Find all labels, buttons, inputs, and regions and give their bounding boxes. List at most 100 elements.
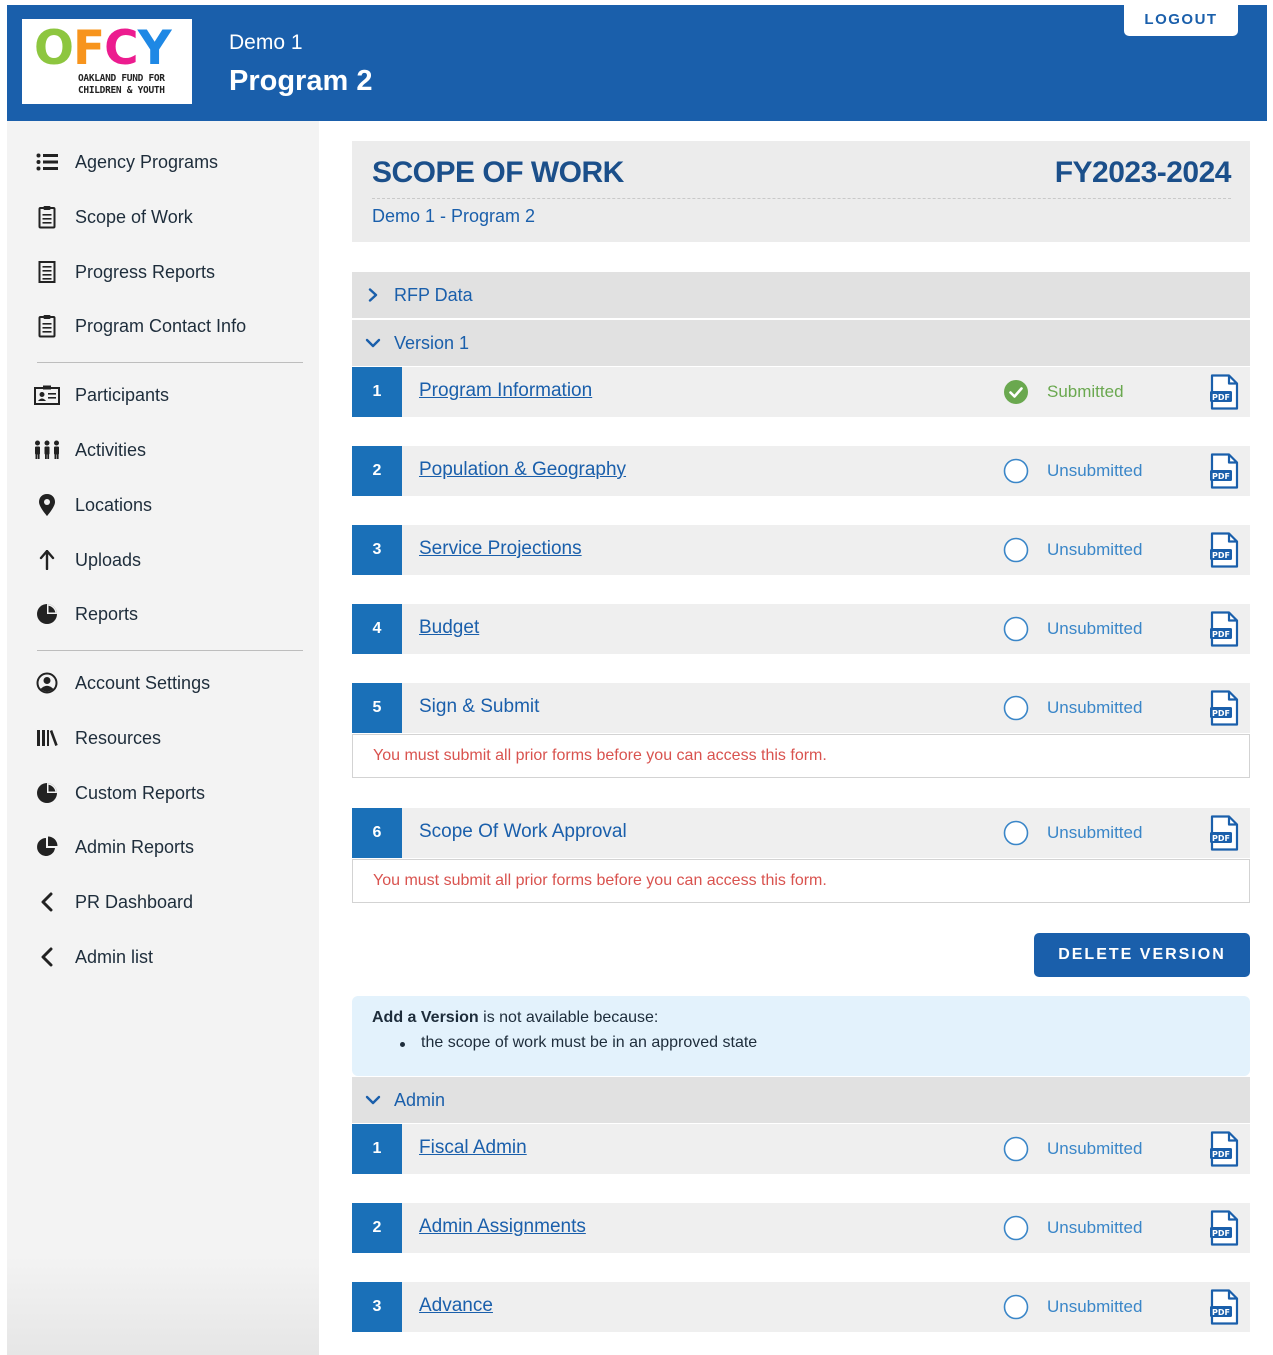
sidebar-divider	[37, 650, 303, 651]
form-row-admin-assignments: 2 Admin Assignments Unsubmitted PDF	[352, 1203, 1250, 1253]
logo-subtitle-line1: OAKLAND FUND FOR	[78, 73, 165, 84]
ofcy-logo[interactable]: OFCY OAKLAND FUND FOR CHILDREN & YOUTH	[22, 19, 192, 104]
pdf-icon[interactable]: PDF	[1209, 532, 1239, 568]
accordion-label: Admin	[394, 1089, 446, 1110]
org-name: Demo 1	[229, 31, 303, 54]
pie-chart-icon	[32, 781, 62, 805]
pdf-label: PDF	[1212, 551, 1230, 560]
bullet	[400, 1042, 405, 1047]
arrow-up-icon	[32, 548, 62, 572]
sidebar-item-uploads[interactable]: Uploads	[32, 545, 141, 575]
sidebar-item-label: Admin Reports	[75, 836, 195, 857]
pdf-label: PDF	[1212, 472, 1230, 481]
pdf-label: PDF	[1212, 1229, 1230, 1238]
sidebar-item-label: Resources	[75, 727, 162, 748]
form-label-disabled: Sign & Submit	[419, 696, 540, 717]
logo-subtitle: OAKLAND FUND FOR CHILDREN & YOUTH	[78, 73, 188, 97]
pdf-label: PDF	[1212, 709, 1230, 718]
sidebar-item-label: Activities	[75, 439, 147, 460]
sidebar-item-admin-reports[interactable]: Admin Reports	[32, 832, 194, 862]
form-warning: You must submit all prior forms before y…	[352, 734, 1250, 778]
empty-circle-icon	[1003, 458, 1029, 484]
form-row-fiscal-admin: 1 Fiscal Admin Unsubmitted PDF	[352, 1124, 1250, 1174]
pdf-icon[interactable]: PDF	[1209, 1210, 1239, 1246]
pdf-icon[interactable]: PDF	[1209, 1289, 1239, 1325]
step-number: 2	[352, 446, 402, 496]
form-link[interactable]: Budget	[419, 617, 479, 639]
chevron-left-icon	[32, 890, 62, 914]
chevron-right-icon	[352, 288, 394, 302]
warning-text: You must submit all prior forms before y…	[373, 872, 827, 889]
sidebar-item-account-settings[interactable]: Account Settings	[32, 668, 210, 698]
sidebar-item-resources[interactable]: Resources	[32, 723, 161, 753]
sidebar-item-label: Uploads	[75, 549, 142, 570]
sidebar-item-pr-dashboard[interactable]: PR Dashboard	[32, 887, 193, 917]
pdf-icon[interactable]: PDF	[1209, 1131, 1239, 1167]
accordion-version-1[interactable]: Version 1	[352, 320, 1250, 366]
form-link[interactable]: Population & Geography	[419, 459, 626, 481]
map-pin-icon	[32, 493, 62, 517]
pie-chart-icon	[32, 835, 62, 859]
accordion-admin[interactable]: Admin	[352, 1077, 1250, 1123]
chevron-left-icon	[32, 945, 62, 969]
pdf-icon[interactable]: PDF	[1209, 690, 1239, 726]
form-label-disabled: Scope Of Work Approval	[419, 821, 627, 842]
sidebar-item-locations[interactable]: Locations	[32, 490, 152, 520]
chevron-down-icon	[352, 337, 394, 349]
id-card-icon	[32, 383, 62, 407]
form-link[interactable]: Program Information	[419, 380, 592, 402]
page-subtitle: Demo 1 - Program 2	[372, 206, 536, 226]
pdf-icon[interactable]: PDF	[1209, 815, 1239, 851]
status-text: Unsubmitted	[1047, 823, 1143, 842]
sidebar-item-progress-reports[interactable]: Progress Reports	[32, 257, 215, 287]
sidebar-item-label: Participants	[75, 384, 170, 405]
user-circle-icon	[32, 671, 62, 695]
pie-chart-icon	[32, 602, 62, 626]
status-text: Unsubmitted	[1047, 540, 1143, 559]
sidebar-item-program-contact-info[interactable]: Program Contact Info	[32, 311, 246, 341]
page-title: SCOPE OF WORK	[372, 156, 624, 189]
sidebar-item-scope-of-work[interactable]: Scope of Work	[32, 202, 193, 232]
sidebar-item-label: Custom Reports	[75, 782, 206, 803]
empty-circle-icon	[1003, 1215, 1029, 1241]
sidebar-item-admin-list[interactable]: Admin list	[32, 942, 153, 972]
sidebar-item-custom-reports[interactable]: Custom Reports	[32, 778, 205, 808]
form-row-scope-of-work-approval: 6 Scope Of Work Approval Unsubmitted PDF	[352, 808, 1250, 858]
step-number: 2	[352, 1203, 402, 1253]
sidebar-item-agency-programs[interactable]: Agency Programs	[32, 147, 218, 177]
program-name: Program 2	[229, 65, 373, 97]
pdf-icon[interactable]: PDF	[1209, 453, 1239, 489]
page-title-card: SCOPE OF WORK FY2023-2024 Demo 1 - Progr…	[352, 141, 1250, 242]
form-link[interactable]: Service Projections	[419, 538, 582, 560]
status-text: Unsubmitted	[1047, 698, 1143, 717]
form-link[interactable]: Fiscal Admin	[419, 1137, 527, 1159]
sidebar-item-activities[interactable]: Activities	[32, 435, 146, 465]
empty-circle-icon	[1003, 1294, 1029, 1320]
pdf-label: PDF	[1212, 1150, 1230, 1159]
logo-letter-y: Y	[137, 21, 172, 76]
step-number: 4	[352, 604, 402, 654]
pdf-label: PDF	[1212, 1308, 1230, 1317]
clipboard-icon	[32, 205, 62, 229]
logout-button[interactable]: LOGOUT	[1124, 5, 1238, 36]
status-text: Unsubmitted	[1047, 461, 1143, 480]
sidebar-item-reports[interactable]: Reports	[32, 599, 138, 629]
chevron-down-icon	[352, 1094, 394, 1106]
status-text: Unsubmitted	[1047, 1297, 1143, 1316]
accordion-label: RFP Data	[394, 284, 473, 305]
delete-version-button[interactable]: DELETE VERSION	[1034, 933, 1250, 977]
empty-circle-icon	[1003, 695, 1029, 721]
add-version-info: Add a Version is not available because: …	[352, 996, 1250, 1076]
sidebar-item-participants[interactable]: Participants	[32, 380, 169, 410]
sidebar-item-label: Program Contact Info	[75, 315, 247, 336]
pdf-icon[interactable]: PDF	[1209, 374, 1239, 410]
form-link[interactable]: Advance	[419, 1295, 493, 1317]
empty-circle-icon	[1003, 1136, 1029, 1162]
accordion-rfp-data[interactable]: RFP Data	[352, 272, 1250, 318]
pdf-label: PDF	[1212, 393, 1230, 402]
form-link[interactable]: Admin Assignments	[419, 1216, 586, 1238]
info-bold: Add a Version	[372, 1009, 479, 1026]
clipboard-icon	[32, 314, 62, 338]
pdf-icon[interactable]: PDF	[1209, 611, 1239, 647]
form-row-service-projections: 3 Service Projections Unsubmitted PDF	[352, 525, 1250, 575]
